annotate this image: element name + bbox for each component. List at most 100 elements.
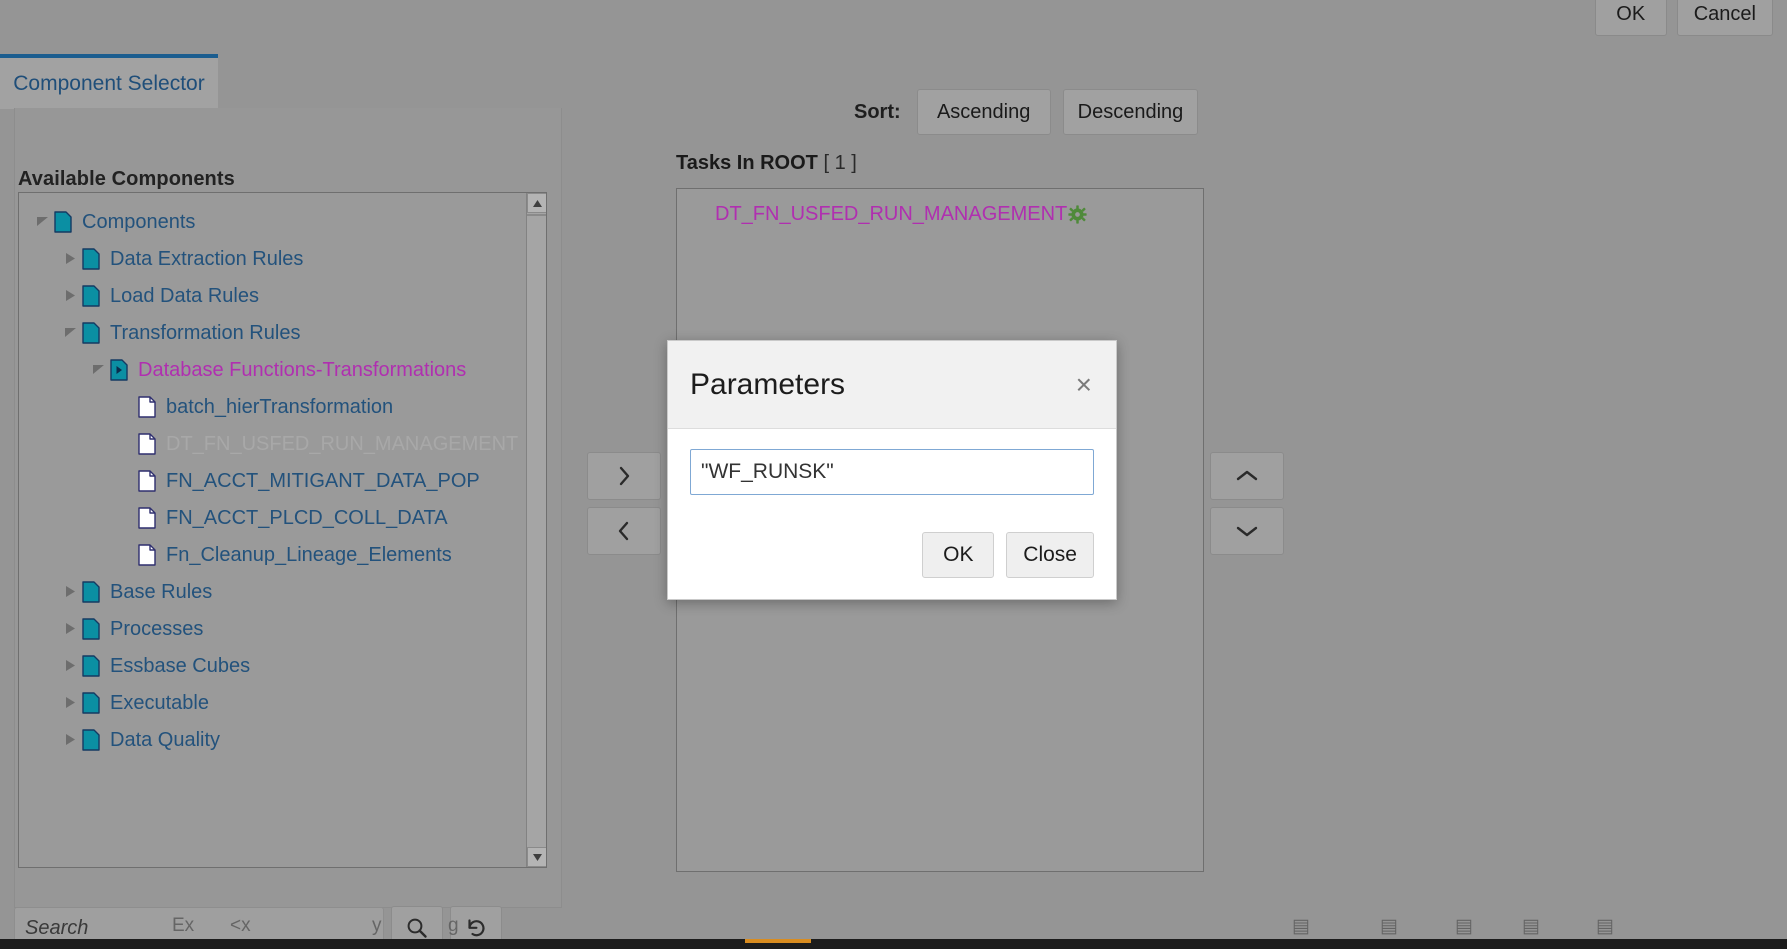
teal-document-icon xyxy=(79,284,103,307)
white-document-icon xyxy=(135,543,159,566)
tree-twisty-collapsed[interactable] xyxy=(61,290,79,301)
chevron-down-icon xyxy=(1236,526,1258,537)
tree-node[interactable]: Data Quality xyxy=(19,721,527,758)
dialog-header: Parameters × xyxy=(668,341,1116,429)
teal-document-icon xyxy=(79,654,103,677)
teal-document-icon xyxy=(79,728,103,751)
order-buttons xyxy=(1210,452,1284,562)
move-up-button[interactable] xyxy=(1210,452,1284,500)
tasks-heading: Tasks In ROOT [ 1 ] xyxy=(676,152,857,175)
component-tree-list: Components Data Extraction Rules Load Data… xyxy=(19,203,527,758)
tree-twisty-collapsed[interactable] xyxy=(61,660,79,671)
tree-node[interactable]: Base Rules xyxy=(19,573,527,610)
chevron-left-icon xyxy=(618,521,629,541)
tree-node[interactable]: Processes xyxy=(19,610,527,647)
ghost-glyph-7: ▤ xyxy=(1455,915,1473,937)
close-icon[interactable]: × xyxy=(1074,370,1094,399)
tree-scroll-down-arrow[interactable] xyxy=(527,847,546,867)
tree-node[interactable]: DT_FN_USFED_RUN_MANAGEMENT xyxy=(19,425,527,462)
teal-play-document-icon xyxy=(107,358,131,381)
transfer-buttons xyxy=(587,452,661,562)
chevron-up-icon xyxy=(1236,470,1258,481)
tree-node-label: Load Data Rules xyxy=(110,284,259,307)
tree-node-label: Executable xyxy=(110,691,209,714)
sort-ascending-button[interactable]: Ascending xyxy=(916,89,1051,135)
tree-node-label: Processes xyxy=(110,617,204,640)
white-document-icon xyxy=(135,469,159,492)
teal-document-icon xyxy=(51,210,75,233)
move-right-button[interactable] xyxy=(587,452,661,500)
tree-node-label: Components xyxy=(82,210,196,233)
tree-twisty-expanded[interactable] xyxy=(89,365,107,374)
white-document-icon xyxy=(135,395,159,418)
tree-node-label: Base Rules xyxy=(110,580,213,603)
teal-document-icon xyxy=(79,247,103,270)
tree-node-label: Fn_Cleanup_Lineage_Elements xyxy=(166,543,452,566)
tree-node[interactable]: Components xyxy=(19,203,527,240)
parameters-dialog: Parameters × OK Close xyxy=(667,340,1117,600)
window-action-buttons: OK Cancel xyxy=(1594,0,1773,36)
task-item-label: DT_FN_USFED_RUN_MANAGEMENT xyxy=(715,203,1068,225)
tree-node-label: Database Functions-Transformations xyxy=(138,358,467,381)
tasks-heading-text: Tasks In ROOT xyxy=(676,152,818,174)
tree-node[interactable]: Fn_Cleanup_Lineage_Elements xyxy=(19,536,527,573)
bottom-strip xyxy=(0,939,1787,949)
tree-node-label: DT_FN_USFED_RUN_MANAGEMENT xyxy=(166,432,519,455)
tree-node[interactable]: FN_ACCT_MITIGANT_DATA_POP xyxy=(19,462,527,499)
tree-twisty-collapsed[interactable] xyxy=(61,734,79,745)
tree-node[interactable]: Database Functions-Transformations xyxy=(19,351,527,388)
tree-twisty-collapsed[interactable] xyxy=(61,623,79,634)
sort-descending-button[interactable]: Descending xyxy=(1062,89,1199,135)
tree-scroll-thumb[interactable] xyxy=(527,214,546,216)
cancel-button[interactable]: Cancel xyxy=(1676,0,1773,36)
ghost-glyph-1: Ex xyxy=(172,915,195,936)
dialog-ok-button[interactable]: OK xyxy=(922,532,995,578)
tree-node-label: Essbase Cubes xyxy=(110,654,251,677)
ghost-glyph-2: <x xyxy=(230,915,251,936)
tree-node[interactable]: Executable xyxy=(19,684,527,721)
tree-node-label: FN_ACCT_PLCD_COLL_DATA xyxy=(166,506,448,529)
tree-node-label: FN_ACCT_MITIGANT_DATA_POP xyxy=(166,469,480,492)
tree-twisty-collapsed[interactable] xyxy=(61,586,79,597)
tree-twisty-collapsed[interactable] xyxy=(61,697,79,708)
dialog-close-button[interactable]: Close xyxy=(1006,532,1094,578)
gear-icon[interactable] xyxy=(1068,205,1087,224)
dialog-footer: OK Close xyxy=(668,521,1116,599)
tree-node[interactable]: FN_ACCT_PLCD_COLL_DATA xyxy=(19,499,527,536)
chevron-right-icon xyxy=(619,466,630,486)
ghost-glyph-3: y xyxy=(372,915,382,936)
tasks-count: [ 1 ] xyxy=(823,152,857,174)
tree-node-label: Transformation Rules xyxy=(110,321,301,344)
tree-node-label: batch_hierTransformation xyxy=(166,395,394,418)
tree-node[interactable]: Transformation Rules xyxy=(19,314,527,351)
parameters-input[interactable] xyxy=(690,449,1094,495)
bottom-strip-accent xyxy=(745,939,811,943)
teal-document-icon xyxy=(79,691,103,714)
tree-node-label: Data Extraction Rules xyxy=(110,247,304,270)
tree-twisty-expanded[interactable] xyxy=(33,217,51,226)
tree-node[interactable]: Essbase Cubes xyxy=(19,647,527,684)
teal-document-icon xyxy=(79,580,103,603)
tree-node[interactable]: batch_hierTransformation xyxy=(19,388,527,425)
tab-component-selector[interactable]: Component Selector xyxy=(0,54,218,109)
task-item[interactable]: DT_FN_USFED_RUN_MANAGEMENT xyxy=(715,203,1087,226)
sort-label: Sort: xyxy=(854,100,901,123)
ok-button[interactable]: OK xyxy=(1594,0,1667,36)
app-root: OK Cancel Component Selector Available C… xyxy=(0,0,1787,949)
component-tree[interactable]: Components Data Extraction Rules Load Data… xyxy=(18,192,547,868)
ghost-glyph-5: ▤ xyxy=(1292,915,1310,937)
white-document-icon xyxy=(135,432,159,455)
tree-node[interactable]: Load Data Rules xyxy=(19,277,527,314)
sort-controls: Sort: Ascending Descending xyxy=(854,89,1199,135)
tree-node-label: Data Quality xyxy=(110,728,221,751)
tree-twisty-expanded[interactable] xyxy=(61,328,79,337)
white-document-icon xyxy=(135,506,159,529)
tree-twisty-collapsed[interactable] xyxy=(61,253,79,264)
move-down-button[interactable] xyxy=(1210,507,1284,555)
move-left-button[interactable] xyxy=(587,507,661,555)
tree-scroll-up-arrow[interactable] xyxy=(527,193,546,213)
dialog-body xyxy=(668,429,1116,521)
tree-node[interactable]: Data Extraction Rules xyxy=(19,240,527,277)
tree-scrollbar[interactable] xyxy=(526,193,546,867)
teal-document-icon xyxy=(79,321,103,344)
